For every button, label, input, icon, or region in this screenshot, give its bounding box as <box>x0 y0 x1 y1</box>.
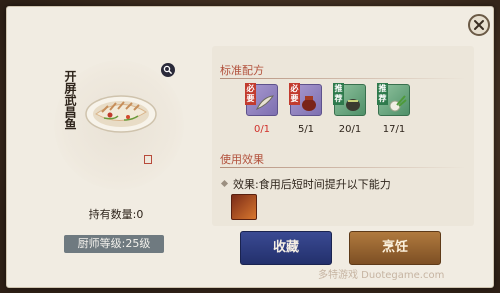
effect-divider <box>220 167 466 168</box>
ingredient-slot[interactable]: 推荐 <box>377 83 410 116</box>
owned-quantity: 持有数量:0 <box>88 208 144 221</box>
green-onion-icon <box>389 95 407 112</box>
ingredient-slot[interactable]: 推荐 <box>333 83 366 116</box>
recipe-divider <box>220 78 466 79</box>
close-button[interactable] <box>468 14 490 36</box>
cook-button[interactable]: 烹饪 <box>349 231 441 265</box>
close-icon <box>474 20 484 30</box>
wine-jar-icon <box>302 96 316 111</box>
flame-buff-icon[interactable] <box>231 194 257 220</box>
chef-level-badge: 厨师等级:25级 <box>64 235 164 253</box>
pickle-jar-icon <box>346 99 360 111</box>
effect-title: 使用效果 <box>220 153 264 166</box>
ingredient-count: 0/1 <box>253 124 271 135</box>
zoom-button[interactable] <box>161 63 175 77</box>
seal-stamp <box>144 155 152 164</box>
collect-button[interactable]: 收藏 <box>240 231 332 265</box>
effect-description: 效果:食用后短时间提升以下能力 <box>233 178 391 191</box>
fish-dish-image <box>85 95 157 133</box>
ingredient-slot[interactable]: 必要 <box>289 83 322 116</box>
ingredient-count: 17/1 <box>382 124 406 135</box>
bamboo-leaf-icon <box>255 95 275 110</box>
ingredient-count: 5/1 <box>297 124 315 135</box>
recipe-title: 标准配方 <box>220 64 264 77</box>
ingredient-count: 20/1 <box>338 124 362 135</box>
dish-name: 开屏武昌鱼 <box>63 70 77 130</box>
magnifier-icon <box>163 65 173 75</box>
watermark: 多特游戏 Duotegame.com <box>318 270 445 281</box>
ingredient-slot[interactable]: 必要 <box>245 83 278 116</box>
